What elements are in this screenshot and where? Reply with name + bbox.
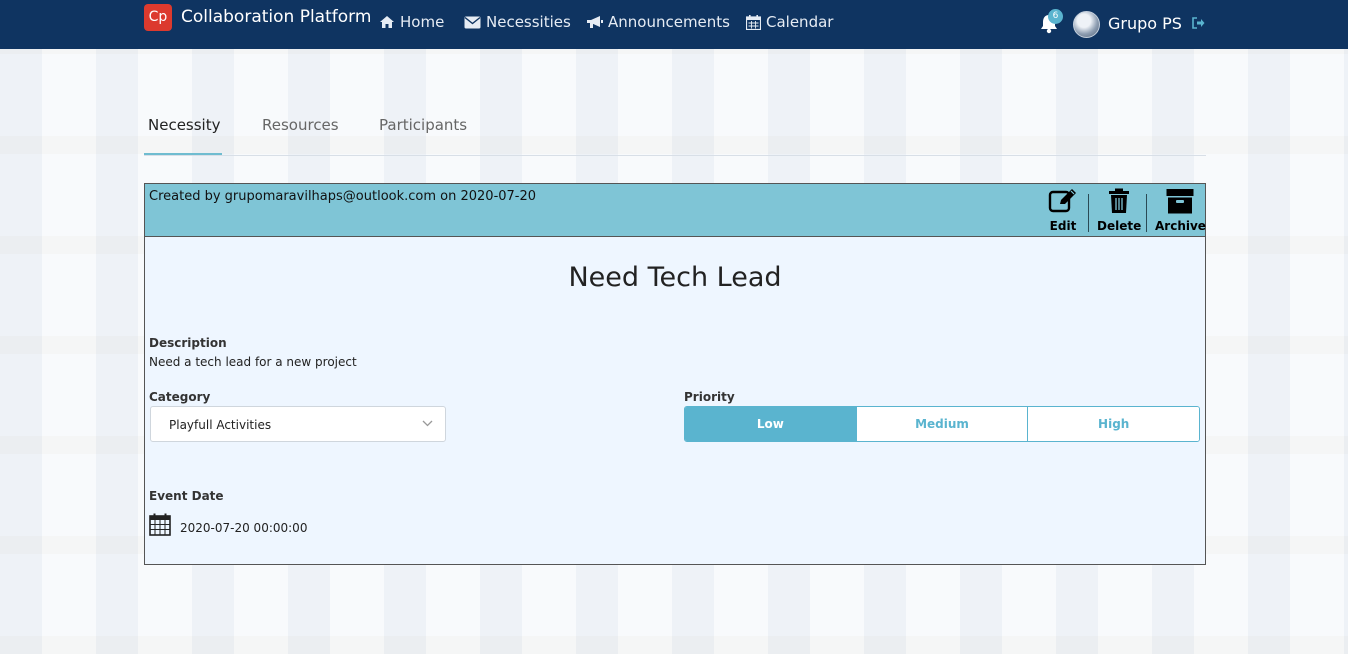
trash-icon — [1109, 188, 1130, 213]
nav-calendar[interactable]: Calendar — [746, 13, 833, 31]
tab-participants[interactable]: Participants — [379, 116, 467, 134]
nav-announcements-label: Announcements — [608, 13, 730, 31]
nav-home-label: Home — [400, 13, 445, 31]
edit-label: Edit — [1049, 219, 1077, 233]
category-value: Playfull Activities — [169, 418, 272, 432]
nav-necessities[interactable]: Necessities — [464, 13, 571, 31]
priority-high-button[interactable]: High — [1027, 407, 1199, 441]
nav-home[interactable]: Home — [379, 13, 444, 31]
delete-button[interactable]: Delete — [1097, 188, 1141, 233]
home-icon — [380, 16, 394, 28]
necessity-title: Need Tech Lead — [568, 262, 782, 293]
notification-badge: 6 — [1048, 9, 1063, 24]
tab-necessity[interactable]: Necessity — [148, 116, 220, 134]
priority-low-button[interactable]: Low — [685, 407, 856, 441]
avatar[interactable] — [1073, 11, 1100, 38]
nav-calendar-label: Calendar — [766, 13, 834, 31]
description-text: Need a tech lead for a new project — [149, 355, 357, 369]
active-tab-indicator — [144, 153, 222, 155]
bullhorn-icon — [587, 16, 603, 28]
archive-button[interactable]: Archive — [1155, 188, 1206, 233]
envelope-icon — [464, 16, 481, 28]
calendar-icon — [149, 513, 171, 536]
app-logo[interactable]: Cp — [144, 4, 172, 31]
calendar-icon — [746, 14, 761, 30]
tabs-divider — [144, 155, 1206, 156]
top-navbar: Cp Collaboration Platform Home Necessiti… — [0, 0, 1348, 49]
nav-necessities-label: Necessities — [486, 13, 571, 31]
category-label: Category — [149, 390, 211, 404]
event-date-label: Event Date — [149, 489, 224, 503]
event-date-value: 2020-07-20 00:00:00 — [180, 521, 308, 535]
logout-icon[interactable] — [1192, 17, 1205, 29]
delete-label: Delete — [1097, 219, 1142, 233]
priority-label: Priority — [684, 390, 735, 404]
action-divider — [1088, 194, 1089, 232]
archive-icon — [1166, 189, 1194, 214]
priority-selector: Low Medium High — [684, 406, 1200, 442]
archive-label: Archive — [1155, 219, 1206, 233]
created-info: Created by grupomaravilhaps@outlook.com … — [149, 189, 537, 204]
chevron-down-icon — [422, 420, 433, 427]
card-header: Created by grupomaravilhaps@outlook.com … — [145, 184, 1206, 237]
edit-icon — [1048, 189, 1076, 213]
nav-announcements[interactable]: Announcements — [586, 13, 730, 31]
brand-name[interactable]: Collaboration Platform — [181, 7, 371, 27]
action-divider — [1146, 194, 1147, 232]
tab-resources[interactable]: Resources — [262, 116, 339, 134]
necessity-card: Created by grupomaravilhaps@outlook.com … — [144, 183, 1206, 565]
description-label: Description — [149, 336, 227, 350]
user-name[interactable]: Grupo PS — [1108, 14, 1182, 33]
priority-medium-button[interactable]: Medium — [855, 407, 1028, 441]
edit-button[interactable]: Edit — [1048, 188, 1078, 233]
category-select[interactable]: Playfull Activities — [150, 406, 446, 442]
